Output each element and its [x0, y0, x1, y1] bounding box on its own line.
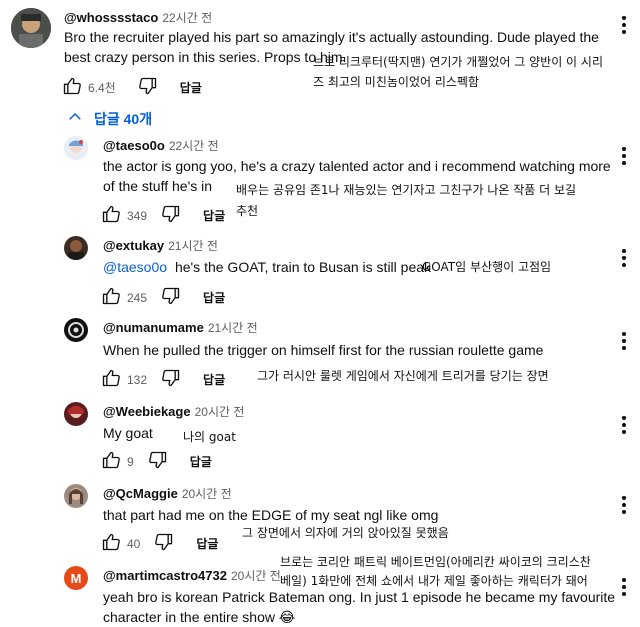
comment-time[interactable]: 21시간 전	[168, 239, 218, 253]
more-vert-icon[interactable]	[622, 147, 626, 165]
comment-text-fragment: character in the entire show	[103, 609, 275, 625]
reply-button[interactable]: 답글	[196, 535, 218, 552]
comment-author[interactable]: @taeso0o 22시간 전	[103, 137, 219, 154]
replies-count-label: 답글 40개	[94, 110, 153, 127]
comment-author[interactable]: @extukay 21시간 전	[103, 237, 218, 254]
avatar[interactable]	[64, 484, 88, 508]
translation-note: 나의 goat	[183, 430, 236, 444]
reply-button[interactable]: 답글	[203, 289, 225, 306]
like-count: 9	[127, 454, 134, 469]
comment-text: My goat	[103, 425, 153, 441]
like-count: 6.4천	[88, 81, 116, 95]
translation-note: 그가 러시안 룰렛 게임에서 자신에게 트리거를 당기는 장면	[257, 369, 549, 383]
thumbs-down-icon[interactable]	[148, 450, 168, 473]
more-vert-icon[interactable]	[622, 578, 626, 596]
thumbs-up-icon[interactable]	[101, 450, 121, 473]
comment-time[interactable]: 20시간 전	[231, 569, 281, 583]
translation-note: 즈 최고의 미친놈이었어 리스펙함	[313, 75, 480, 89]
thumbs-up-icon[interactable]	[62, 76, 82, 99]
more-vert-icon[interactable]	[622, 496, 626, 514]
comment-author[interactable]: @martimcastro4732 20시간 전	[103, 567, 281, 584]
comment-text: yeah bro is korean Patrick Bateman ong. …	[103, 587, 623, 627]
avatar[interactable]	[64, 402, 88, 426]
translation-note: 브로는 코리안 패트릭 베이트먼임(아메리칸 싸이코의 크리스찬	[280, 555, 591, 569]
translation-note: 브로 리크루터(딱지맨) 연기가 개쩔었어 그 양반이 이 시리	[313, 55, 603, 69]
avatar[interactable]	[64, 236, 88, 260]
comment-time[interactable]: 22시간 전	[162, 11, 212, 25]
like-count: 132	[127, 372, 148, 387]
translation-note: 추천	[236, 204, 259, 218]
reply-button[interactable]: 답글	[190, 453, 212, 470]
chevron-up-icon	[66, 108, 84, 129]
comment-actions: 6.4천 답글	[62, 76, 202, 99]
more-vert-icon[interactable]	[622, 416, 626, 434]
like-count: 245	[127, 290, 148, 305]
comment-actions: 40 답글	[101, 532, 218, 555]
thumbs-down-icon[interactable]	[161, 286, 181, 309]
avatar-letter: M	[70, 570, 82, 586]
more-vert-icon[interactable]	[622, 16, 626, 34]
thumbs-up-icon[interactable]	[101, 532, 121, 555]
thumbs-up-icon[interactable]	[101, 286, 121, 309]
comment-actions: 245 답글	[101, 286, 225, 309]
translation-note: 그 장면에서 의자에 거의 앉아있질 못했음	[242, 526, 449, 540]
thumbs-down-icon[interactable]	[161, 368, 181, 391]
comment-author[interactable]: @QcMaggie 20시간 전	[103, 485, 232, 502]
reply-button[interactable]: 답글	[203, 207, 225, 224]
comment-time[interactable]: 21시간 전	[208, 321, 258, 335]
comment-actions: 349 답글	[101, 204, 225, 227]
reply-button[interactable]: 답글	[203, 371, 225, 388]
thumbs-down-icon[interactable]	[154, 532, 174, 555]
comment-text: that part had me on the EDGE of my seat …	[103, 507, 439, 523]
translation-note: GOAT임 부산행이 고점임	[422, 260, 552, 274]
more-vert-icon[interactable]	[622, 249, 626, 267]
comment-text-line: character in the entire show 😂	[103, 607, 623, 627]
reply-button[interactable]: 답글	[180, 79, 202, 96]
more-vert-icon[interactable]	[622, 332, 626, 350]
laughing-emoji-icon: 😂	[278, 609, 296, 625]
avatar[interactable]: M	[64, 566, 88, 590]
like-count: 349	[127, 208, 148, 223]
mention-link[interactable]: @taeso0o	[103, 259, 167, 275]
comment-time[interactable]: 22시간 전	[169, 139, 219, 153]
comment-actions: 9 답글	[101, 450, 212, 473]
comment-text-line: yeah bro is korean Patrick Bateman ong. …	[103, 589, 616, 605]
thumbs-up-icon[interactable]	[101, 368, 121, 391]
comment-text: When he pulled the trigger on himself fi…	[103, 342, 544, 358]
thumbs-up-icon[interactable]	[101, 204, 121, 227]
comment-author[interactable]: @whosssstaco 22시간 전	[64, 9, 212, 26]
comment-author[interactable]: @Weebiekage 20시간 전	[103, 403, 244, 420]
avatar[interactable]	[11, 8, 51, 48]
comment-time[interactable]: 20시간 전	[195, 405, 245, 419]
avatar[interactable]	[64, 318, 88, 342]
replies-toggle-button[interactable]: 답글 40개	[66, 108, 152, 129]
thumbs-down-icon[interactable]	[161, 204, 181, 227]
comment-time[interactable]: 20시간 전	[182, 487, 232, 501]
reply-text: he's the GOAT, train to Busan is still p…	[174, 259, 432, 275]
avatar[interactable]	[64, 136, 88, 160]
thumbs-down-icon[interactable]	[138, 76, 158, 99]
comment-actions: 132 답글	[101, 368, 225, 391]
comment-author[interactable]: @numanumame 21시간 전	[103, 319, 258, 336]
translation-note: 배우는 공유임 존1나 재능있는 연기자고 그친구가 나온 작품 더 보길	[236, 183, 577, 197]
like-count: 40	[127, 536, 141, 551]
